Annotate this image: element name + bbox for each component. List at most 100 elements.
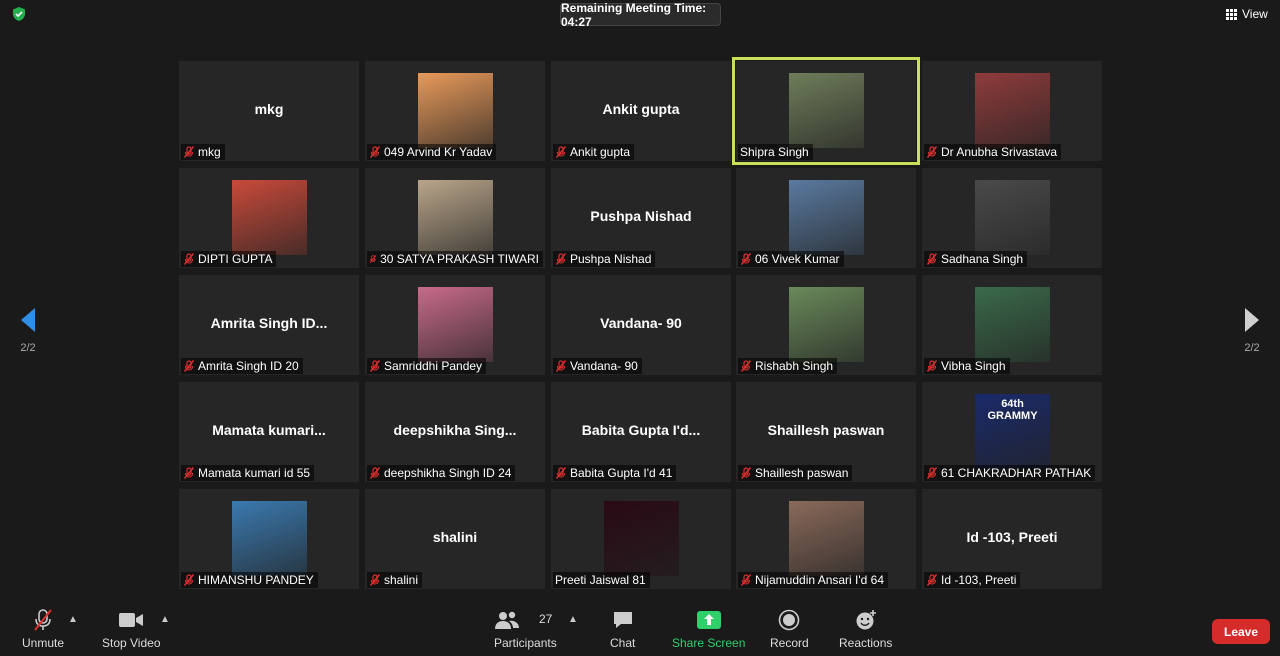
share-screen-button[interactable]: Share Screen (672, 608, 745, 650)
participant-name-label: Mamata kumari id 55 (181, 465, 315, 481)
microphone-muted-icon (183, 574, 195, 586)
participant-video (975, 287, 1050, 362)
share-screen-icon (696, 611, 721, 629)
microphone-muted-icon (926, 253, 938, 265)
participant-name-label: mkg (181, 144, 225, 160)
participant-tile[interactable]: Preeti Jaiswal 81 (551, 489, 731, 589)
participant-name: Mamata kumari id 55 (198, 466, 311, 480)
participant-tile[interactable]: DIPTI GUPTA (179, 168, 359, 268)
participant-tile[interactable]: 06 Vivek Kumar (736, 168, 916, 268)
participant-name-label: Vandana- 90 (553, 358, 642, 374)
participant-name-label: Rishabh Singh (738, 358, 838, 374)
view-button[interactable]: View (1226, 5, 1268, 23)
video-options-caret[interactable]: ▲ (160, 614, 170, 625)
participant-display-name: Mamata kumari... (212, 422, 326, 438)
stop-video-button[interactable]: Stop Video (102, 608, 161, 650)
participant-name: Preeti Jaiswal 81 (555, 573, 646, 587)
page-indicator-left: 2/2 (20, 342, 36, 354)
participant-tile[interactable]: deepshikha Sing... deepshikha Singh ID 24 (365, 382, 545, 482)
participant-name: Id -103, Preeti (941, 573, 1017, 587)
participant-name: Rishabh Singh (755, 359, 834, 373)
participant-tile[interactable]: 049 Arvind Kr Yadav (365, 61, 545, 161)
participant-name: Pushpa Nishad (570, 252, 652, 266)
arrow-left-icon (21, 308, 35, 332)
participant-tile[interactable]: 64th GRAMMY 61 CHAKRADHAR PATHAK (922, 382, 1102, 482)
microphone-muted-icon (926, 467, 938, 479)
record-icon (779, 609, 800, 631)
participant-name: deepshikha Singh ID 24 (384, 466, 512, 480)
microphone-muted-icon (555, 360, 567, 372)
participant-name: 30 SATYA PRAKASH TIWARI (380, 252, 539, 266)
unmute-label: Unmute (22, 636, 65, 650)
participant-name-label: Sadhana Singh (924, 251, 1028, 267)
participant-name-label: shalini (367, 572, 423, 588)
participant-tile[interactable]: HIMANSHU PANDEY (179, 489, 359, 589)
participant-tile[interactable]: 30 SATYA PRAKASH TIWARI (365, 168, 545, 268)
record-label: Record (770, 636, 809, 650)
reactions-smiley-icon (856, 610, 876, 630)
participant-tile[interactable]: shalini shalini (365, 489, 545, 589)
participant-display-name: Ankit gupta (602, 101, 680, 117)
participant-tile[interactable]: Sadhana Singh (922, 168, 1102, 268)
participant-tile[interactable]: Nijamuddin Ansari I'd 64 (736, 489, 916, 589)
participant-name: Amrita Singh ID 20 (198, 359, 299, 373)
participant-name-label: Amrita Singh ID 20 (181, 358, 303, 374)
participant-tile[interactable]: Mamata kumari... Mamata kumari id 55 (179, 382, 359, 482)
participant-video (789, 501, 864, 576)
audio-options-caret[interactable]: ▲ (68, 614, 78, 625)
participant-video (975, 180, 1050, 255)
microphone-muted-icon (369, 574, 381, 586)
participant-name: Shaillesh paswan (755, 466, 849, 480)
participant-video (418, 180, 493, 255)
participant-tile[interactable]: Amrita Singh ID... Amrita Singh ID 20 (179, 275, 359, 375)
microphone-muted-icon (183, 360, 195, 372)
participant-tile[interactable]: Babita Gupta I'd... Babita Gupta I'd 41 (551, 382, 731, 482)
participant-tile[interactable]: Vandana- 90 Vandana- 90 (551, 275, 731, 375)
participant-name-label: Id -103, Preeti (924, 572, 1021, 588)
view-label: View (1242, 7, 1268, 21)
participant-tile[interactable]: mkg mkg (179, 61, 359, 161)
participants-label: Participants (494, 636, 557, 650)
participant-tile[interactable]: Shaillesh paswan Shaillesh paswan (736, 382, 916, 482)
participant-name-label: 049 Arvind Kr Yadav (367, 144, 497, 160)
participant-name: Samriddhi Pandey (384, 359, 483, 373)
grid-view-icon (1226, 8, 1237, 20)
next-page-button[interactable]: 2/2 (1232, 306, 1272, 366)
previous-page-button[interactable]: 2/2 (8, 306, 48, 366)
participant-display-name: deepshikha Sing... (393, 422, 517, 438)
microphone-muted-icon (369, 146, 381, 158)
remaining-meeting-time: Remaining Meeting Time: 04:27 (560, 1, 721, 29)
leave-button[interactable]: Leave (1212, 619, 1270, 644)
participant-name: DIPTI GUPTA (198, 252, 273, 266)
chat-bubble-icon (613, 612, 632, 628)
participant-tile[interactable]: Samriddhi Pandey (365, 275, 545, 375)
participant-tile[interactable]: Dr Anubha Srivastava (922, 61, 1102, 161)
participant-display-name: Pushpa Nishad (590, 208, 692, 224)
unmute-button[interactable]: Unmute (22, 608, 64, 650)
participant-display-name: mkg (254, 101, 284, 117)
participant-name-label: 06 Vivek Kumar (738, 251, 844, 267)
participant-tile[interactable]: Shipra Singh (732, 57, 920, 165)
participant-tile[interactable]: Rishabh Singh (736, 275, 916, 375)
participant-name: HIMANSHU PANDEY (198, 573, 314, 587)
participant-tile[interactable]: Vibha Singh (922, 275, 1102, 375)
microphone-muted-icon (740, 360, 752, 372)
participant-tile[interactable]: Pushpa Nishad Pushpa Nishad (551, 168, 731, 268)
participant-name-label: Pushpa Nishad (553, 251, 656, 267)
participant-tile[interactable]: Id -103, Preeti Id -103, Preeti (922, 489, 1102, 589)
participant-tile[interactable]: Ankit gupta Ankit gupta (551, 61, 731, 161)
security-shield-icon[interactable] (11, 6, 27, 22)
reactions-button[interactable]: Reactions (839, 608, 892, 650)
participant-name-label: Shipra Singh (738, 144, 813, 160)
microphone-muted-icon (926, 360, 938, 372)
participant-video (232, 180, 307, 255)
video-gallery-grid: mkg mkg 049 Arvind Kr Yadav Ankit gupta Anki… (179, 57, 1103, 591)
participant-video (418, 73, 493, 148)
microphone-muted-icon (926, 574, 938, 586)
microphone-muted-icon (740, 467, 752, 479)
chat-button[interactable]: Chat (610, 608, 635, 650)
video-camera-icon (119, 613, 144, 627)
participant-name-label: Babita Gupta I'd 41 (553, 465, 677, 481)
participants-options-caret[interactable]: ▲ (568, 614, 578, 625)
record-button[interactable]: Record (770, 608, 809, 650)
